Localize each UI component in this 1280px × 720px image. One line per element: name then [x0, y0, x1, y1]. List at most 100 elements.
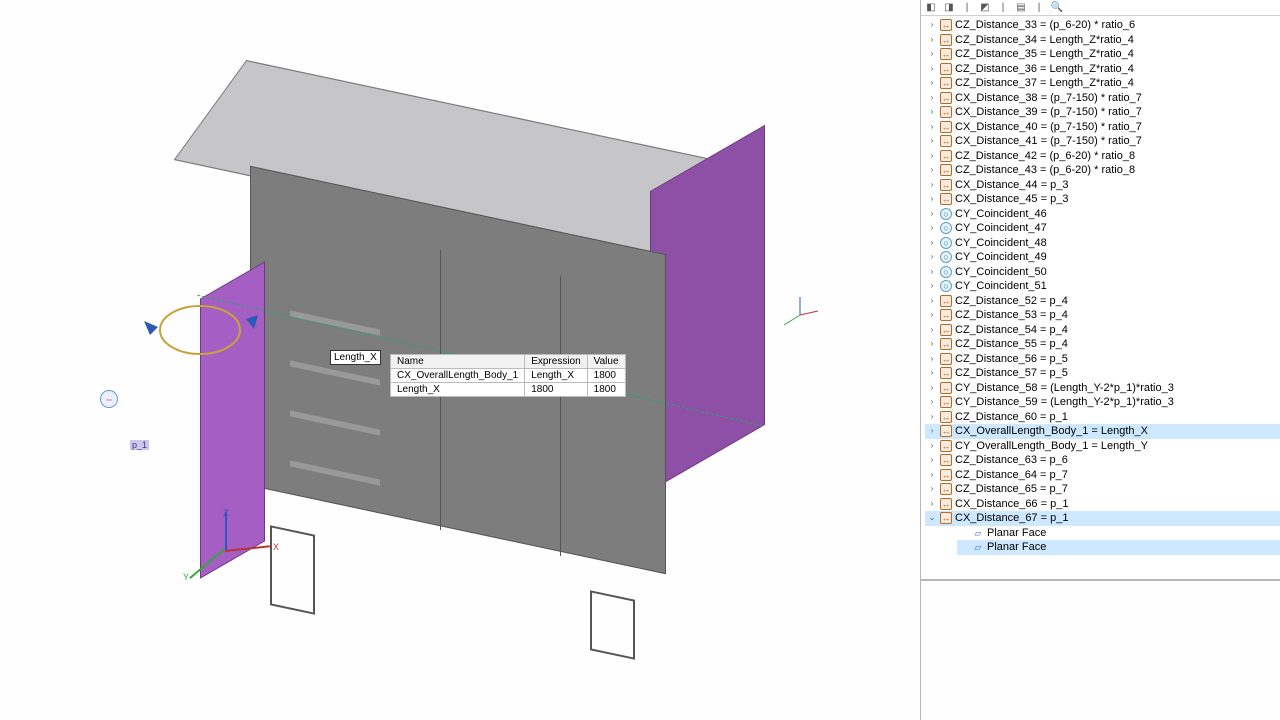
expand-caret-icon[interactable] — [927, 35, 937, 45]
tree-node[interactable]: ↔CZ_Distance_57 = p_5 — [925, 366, 1280, 381]
tree-node-label: CZ_Distance_34 = Length_Z*ratio_4 — [955, 33, 1134, 48]
dimension-icon: ↔ — [940, 77, 952, 89]
expand-caret-icon[interactable] — [927, 513, 937, 523]
expand-caret-icon[interactable] — [927, 397, 937, 407]
tree-icon-d[interactable]: ▤ — [1015, 2, 1027, 14]
expand-caret-icon[interactable] — [927, 78, 937, 88]
expand-caret-icon[interactable] — [927, 281, 937, 291]
expand-caret-icon[interactable] — [927, 325, 937, 335]
tree-node[interactable]: ↔CZ_Distance_42 = (p_6-20) * ratio_8 — [925, 149, 1280, 164]
tree-icon-c[interactable]: ◩ — [979, 2, 991, 14]
feature-tree-scroll[interactable]: ↔CZ_Distance_33 = (p_6-20) * ratio_6↔CZ_… — [921, 16, 1280, 580]
expand-caret-icon[interactable] — [927, 107, 937, 117]
expand-caret-icon[interactable] — [927, 267, 937, 277]
tree-child-node[interactable]: ▱Planar Face — [957, 526, 1280, 541]
expand-caret-icon[interactable] — [959, 528, 969, 538]
tree-node[interactable]: ○CY_Coincident_49 — [925, 250, 1280, 265]
tree-node[interactable]: ○CY_Coincident_50 — [925, 265, 1280, 280]
expand-caret-icon[interactable] — [927, 165, 937, 175]
expand-caret-icon[interactable] — [927, 64, 937, 74]
expand-caret-icon[interactable] — [927, 383, 937, 393]
tree-node[interactable]: ↔CZ_Distance_37 = Length_Z*ratio_4 — [925, 76, 1280, 91]
tree-node[interactable]: ↔CX_OverallLength_Body_1 = Length_X — [925, 424, 1280, 439]
expand-caret-icon[interactable] — [927, 470, 937, 480]
tree-node[interactable]: ○CY_Coincident_47 — [925, 221, 1280, 236]
binoculars-icon[interactable]: 🔍 — [1051, 2, 1063, 14]
tree-node[interactable]: ↔CZ_Distance_33 = (p_6-20) * ratio_6 — [925, 18, 1280, 33]
tree-node-label: CY_Coincident_46 — [955, 207, 1047, 222]
tree-node[interactable]: ↔CX_Distance_39 = (p_7-150) * ratio_7 — [925, 105, 1280, 120]
dimension-icon: ↔ — [940, 63, 952, 75]
expand-caret-icon[interactable] — [927, 151, 937, 161]
expand-caret-icon[interactable] — [927, 455, 937, 465]
tree-node[interactable]: ↔CZ_Distance_64 = p_7 — [925, 468, 1280, 483]
tree-node[interactable]: ↔CX_Distance_44 = p_3 — [925, 178, 1280, 193]
tree-node[interactable]: ↔CZ_Distance_54 = p_4 — [925, 323, 1280, 338]
origin-triad: X Y Z — [225, 550, 285, 600]
separator-icon: | — [1033, 2, 1045, 14]
tree-icon-b[interactable]: ◨ — [943, 2, 955, 14]
tree-node[interactable]: ↔CX_Distance_45 = p_3 — [925, 192, 1280, 207]
tree-node[interactable]: ○CY_Coincident_51 — [925, 279, 1280, 294]
expand-caret-icon[interactable] — [927, 238, 937, 248]
expand-caret-icon[interactable] — [959, 542, 969, 552]
tree-node[interactable]: ↔CX_Distance_40 = (p_7-150) * ratio_7 — [925, 120, 1280, 135]
expand-caret-icon[interactable] — [927, 499, 937, 509]
tree-node[interactable]: ↔CX_Distance_38 = (p_7-150) * ratio_7 — [925, 91, 1280, 106]
tree-node[interactable]: ↔CZ_Distance_63 = p_6 — [925, 453, 1280, 468]
tree-node-label: CZ_Distance_43 = (p_6-20) * ratio_8 — [955, 163, 1135, 178]
tree-node[interactable]: ↔CZ_Distance_52 = p_4 — [925, 294, 1280, 309]
expand-caret-icon[interactable] — [927, 339, 937, 349]
expand-caret-icon[interactable] — [927, 194, 937, 204]
tree-icon-a[interactable]: ◧ — [925, 2, 937, 14]
expand-caret-icon[interactable] — [927, 296, 937, 306]
dimension-icon: ↔ — [940, 454, 952, 466]
expand-caret-icon[interactable] — [927, 310, 937, 320]
expand-caret-icon[interactable] — [927, 354, 937, 364]
tree-node[interactable]: ↔CX_Distance_41 = (p_7-150) * ratio_7 — [925, 134, 1280, 149]
expand-caret-icon[interactable] — [927, 49, 937, 59]
tree-node[interactable]: ↔CZ_Distance_36 = Length_Z*ratio_4 — [925, 62, 1280, 77]
expand-caret-icon[interactable] — [927, 122, 937, 132]
model-face-right[interactable] — [650, 125, 765, 491]
tree-node[interactable]: ↔CZ_Distance_34 = Length_Z*ratio_4 — [925, 33, 1280, 48]
tree-node[interactable]: ○CY_Coincident_46 — [925, 207, 1280, 222]
tree-node-label: CZ_Distance_65 = p_7 — [955, 482, 1068, 497]
expand-caret-icon[interactable] — [927, 441, 937, 451]
orbit-gizmo[interactable] — [130, 285, 270, 395]
expand-caret-icon[interactable] — [927, 412, 937, 422]
expand-caret-icon[interactable] — [927, 180, 937, 190]
dimension-icon: ↔ — [940, 498, 952, 510]
tree-node[interactable]: ↔CZ_Distance_60 = p_1 — [925, 410, 1280, 425]
tree-node-label: CZ_Distance_64 = p_7 — [955, 468, 1068, 483]
tree-node[interactable]: ↔CZ_Distance_43 = (p_6-20) * ratio_8 — [925, 163, 1280, 178]
expand-caret-icon[interactable] — [927, 252, 937, 262]
expand-caret-icon[interactable] — [927, 223, 937, 233]
dimension-label[interactable]: Length_X — [330, 350, 381, 365]
tree-child-node[interactable]: ▱Planar Face — [957, 540, 1280, 555]
tree-node[interactable]: ↔CZ_Distance_55 = p_4 — [925, 337, 1280, 352]
expand-caret-icon[interactable] — [927, 426, 937, 436]
tree-node[interactable]: ↔CZ_Distance_65 = p_7 — [925, 482, 1280, 497]
tree-node[interactable]: ↔CZ_Distance_53 = p_4 — [925, 308, 1280, 323]
viewport-3d[interactable]: ⇔ p_1 Length_X Name Expression Value CX_… — [0, 0, 920, 720]
tree-node[interactable]: ↔CX_Distance_67 = p_1 — [925, 511, 1280, 526]
expand-caret-icon[interactable] — [927, 368, 937, 378]
tree-node[interactable]: ↔CY_Distance_59 = (Length_Y-2*p_1)*ratio… — [925, 395, 1280, 410]
expand-caret-icon[interactable] — [927, 209, 937, 219]
expand-caret-icon[interactable] — [927, 93, 937, 103]
tree-node[interactable]: ↔CZ_Distance_56 = p_5 — [925, 352, 1280, 367]
expand-caret-icon[interactable] — [927, 136, 937, 146]
tree-node[interactable]: ↔CY_Distance_58 = (Length_Y-2*p_1)*ratio… — [925, 381, 1280, 396]
tree-node[interactable]: ↔CY_OverallLength_Body_1 = Length_Y — [925, 439, 1280, 454]
tree-node[interactable]: ↔CX_Distance_66 = p_1 — [925, 497, 1280, 512]
expand-caret-icon[interactable] — [927, 20, 937, 30]
dimension-icon: ↔ — [940, 396, 952, 408]
constraint-poi-badge[interactable]: ⇔ — [100, 390, 118, 408]
expand-caret-icon[interactable] — [927, 484, 937, 494]
dimension-icon: ↔ — [940, 193, 952, 205]
tree-node-label: CX_Distance_44 = p_3 — [955, 178, 1068, 193]
tree-node[interactable]: ↔CZ_Distance_35 = Length_Z*ratio_4 — [925, 47, 1280, 62]
tree-node[interactable]: ○CY_Coincident_48 — [925, 236, 1280, 251]
axis-label-y: Y — [183, 572, 189, 582]
